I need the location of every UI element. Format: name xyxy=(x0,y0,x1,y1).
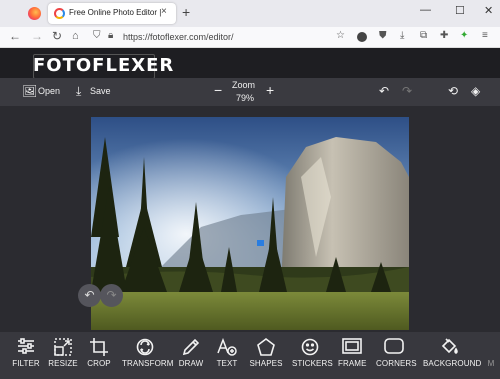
tool-draw-label: DRAW xyxy=(178,359,204,368)
minimize-button[interactable]: — xyxy=(420,4,431,16)
reload-icon[interactable]: ↻ xyxy=(52,29,62,43)
tool-background[interactable]: BACKGROUND xyxy=(423,334,482,376)
tool-more[interactable]: M xyxy=(484,334,498,376)
history-icon[interactable]: ⟲ xyxy=(448,84,458,98)
extension-green-icon[interactable]: ✦ xyxy=(460,30,468,41)
tool-transform-label: TRANSFORM xyxy=(122,359,174,368)
tool-frame-label: FRAME xyxy=(338,359,367,368)
tool-draw[interactable]: DRAW xyxy=(178,334,204,376)
tool-stickers-label: STICKERS xyxy=(292,359,333,368)
tool-shapes[interactable]: SHAPES xyxy=(249,334,283,376)
tool-resize[interactable]: RESIZE xyxy=(48,334,78,376)
extension-icon[interactable]: ⧉ xyxy=(420,30,427,41)
transform-icon xyxy=(122,334,168,359)
url-text[interactable]: https://fotoflexer.com/editor/ xyxy=(123,32,234,42)
photo-image[interactable] xyxy=(91,117,409,330)
resize-icon xyxy=(48,334,78,359)
tool-resize-label: RESIZE xyxy=(48,359,78,368)
puzzle-icon[interactable]: ✚ xyxy=(440,30,448,41)
tool-filter-label: FILTER xyxy=(12,359,40,368)
tab-close-button[interactable]: × xyxy=(161,6,167,17)
sliders-icon xyxy=(12,334,40,359)
image-icon[interactable]: 🖼︎ xyxy=(22,84,37,98)
layers-icon[interactable]: ◈ xyxy=(471,84,480,98)
open-button[interactable]: Open xyxy=(38,86,60,96)
tool-corners-label: CORNERS xyxy=(376,359,417,368)
zoom-label: Zoom xyxy=(232,80,256,90)
paint-bucket-icon xyxy=(423,334,475,359)
browser-nav-bar: ← → ↻ ⌂ ⛉ 🔒︎ https://fotoflexer.com/edit… xyxy=(0,27,500,48)
text-icon xyxy=(215,334,239,359)
canvas-undo-button[interactable]: ↶ xyxy=(78,284,101,307)
smiley-icon xyxy=(292,334,328,359)
shield-icon[interactable]: ⛉ xyxy=(93,30,101,41)
tool-stickers[interactable]: STICKERS xyxy=(292,334,333,376)
site-favicon-icon xyxy=(54,8,65,19)
tool-background-label: BACKGROUND xyxy=(423,359,482,368)
crop-icon xyxy=(86,334,112,359)
home-icon[interactable]: ⌂ xyxy=(72,30,79,42)
bookmark-star-icon[interactable]: ☆ xyxy=(336,30,345,41)
new-tab-button[interactable]: + xyxy=(182,4,190,20)
zoom-value: 79% xyxy=(236,93,255,103)
tool-corners[interactable]: CORNERS xyxy=(376,334,417,376)
tool-transform[interactable]: TRANSFORM xyxy=(122,334,174,376)
tool-shapes-label: SHAPES xyxy=(249,359,283,368)
tool-frame[interactable]: FRAME xyxy=(338,334,366,376)
fotoflexer-logo[interactable]: FOTOFLEXER xyxy=(33,55,174,76)
download-icon[interactable]: ⤓ xyxy=(400,30,404,41)
tab-title: Free Online Photo Editor | Fotof xyxy=(69,8,163,17)
forward-icon[interactable]: → xyxy=(31,29,43,43)
address-bar[interactable]: ⛉ 🔒︎ https://fotoflexer.com/editor/ xyxy=(86,29,356,46)
redo-icon[interactable]: ↷ xyxy=(402,84,412,98)
frame-icon xyxy=(338,334,366,359)
undo-icon[interactable]: ↶ xyxy=(379,84,389,98)
firefox-logo-icon xyxy=(28,7,41,20)
tool-text-label: TEXT xyxy=(216,359,238,368)
corners-icon xyxy=(376,334,412,359)
back-icon[interactable]: ← xyxy=(9,29,21,43)
tool-crop-label: CROP xyxy=(87,359,111,368)
zoom-in-button[interactable]: + xyxy=(266,82,274,98)
zoom-out-button[interactable]: − xyxy=(214,82,222,98)
canvas-redo-button[interactable]: ↷ xyxy=(100,284,123,307)
menu-icon[interactable]: ≡ xyxy=(482,30,488,41)
save-download-icon[interactable]: ⤓ xyxy=(76,84,81,99)
lock-icon[interactable]: 🔒︎ xyxy=(108,30,113,41)
close-window-button[interactable]: ✕ xyxy=(484,4,493,17)
maximize-button[interactable]: ☐ xyxy=(455,4,465,17)
extension-n-icon[interactable] xyxy=(357,32,367,42)
tool-more-label: M xyxy=(487,359,495,368)
browser-tab[interactable]: Free Online Photo Editor | Fotof × xyxy=(48,3,176,24)
tool-crop[interactable]: CROP xyxy=(86,334,112,376)
shapes-icon xyxy=(249,334,283,359)
save-button[interactable]: Save xyxy=(90,86,111,96)
tool-filter[interactable]: FILTER xyxy=(12,334,40,376)
shield-extension-icon[interactable]: ⛊ xyxy=(379,30,387,41)
browser-tab-bar: Free Online Photo Editor | Fotof × + — ☐… xyxy=(0,0,500,27)
tool-text[interactable]: TEXT xyxy=(215,334,239,376)
pencil-icon xyxy=(178,334,204,359)
